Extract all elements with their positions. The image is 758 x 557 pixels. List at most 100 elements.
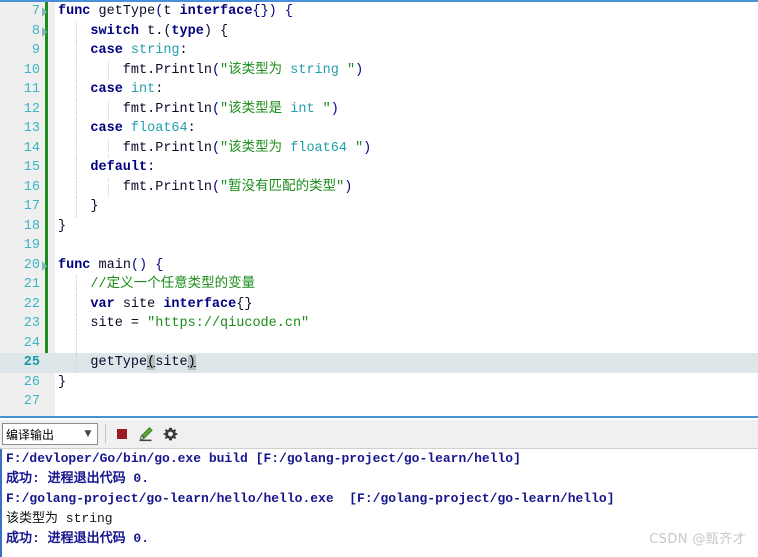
stop-button[interactable] bbox=[112, 424, 132, 444]
token-punc: {}) { bbox=[252, 4, 293, 19]
code-lines[interactable]: 7 func getType(t interface{}) {8 switch t… bbox=[0, 2, 758, 412]
token-str: "https://qiucode.cn" bbox=[147, 316, 310, 331]
code-line[interactable]: 21 //定义一个任意类型的变量 bbox=[0, 275, 758, 295]
code-text: case string: bbox=[58, 41, 758, 61]
line-number: 25 bbox=[23, 355, 40, 370]
code-line[interactable]: 19 bbox=[0, 236, 758, 256]
code-line[interactable]: 22 var site interface{} bbox=[0, 294, 758, 315]
code-line[interactable]: 24 bbox=[0, 333, 758, 353]
token-pln: : bbox=[187, 121, 196, 136]
code-line[interactable]: 26} bbox=[0, 373, 758, 393]
token-kw: default bbox=[90, 160, 148, 175]
token-pln: t bbox=[163, 4, 180, 19]
watermark: CSDN @甄齐才 bbox=[649, 532, 746, 547]
token-pln: } bbox=[58, 374, 67, 390]
token-pln: site bbox=[114, 296, 164, 312]
console-line: F:/devloper/Go/bin/go.exe build [F:/gola… bbox=[6, 451, 521, 466]
code-text: var site interface{} bbox=[58, 295, 758, 315]
ide-window: 7 func getType(t interface{}) {8 switch t… bbox=[0, 0, 758, 557]
code-line[interactable]: 14 fmt.Println("该类型为 float64 ") bbox=[0, 138, 758, 159]
code-text: } bbox=[58, 217, 758, 237]
fold-triangle-icon[interactable] bbox=[42, 26, 47, 37]
code-text: getType(site) bbox=[58, 353, 758, 373]
console-line: 成功: 进程退出代码 0. bbox=[6, 531, 150, 546]
settings-button[interactable] bbox=[160, 424, 180, 444]
chevron-down-icon[interactable]: ▼ bbox=[79, 429, 97, 439]
token-punc: ( bbox=[211, 101, 221, 117]
code-text: func getType(t interface{}) { bbox=[58, 2, 758, 22]
code-line[interactable]: 23 site = "https://qiucode.cn" bbox=[0, 314, 758, 334]
token-kw: switch bbox=[90, 23, 140, 39]
token-fn: fmt.Println bbox=[58, 179, 212, 195]
code-line[interactable]: 13 case float64: bbox=[0, 119, 758, 139]
token-pln: : bbox=[147, 160, 156, 175]
token-fn: fmt.Println bbox=[58, 140, 212, 156]
code-editor[interactable]: 7 func getType(t interface{}) {8 switch t… bbox=[0, 0, 758, 418]
code-line[interactable]: 8 switch t.(type) { bbox=[0, 21, 758, 41]
code-line[interactable]: 12 fmt.Println("该类型是 int ") bbox=[0, 99, 758, 120]
token-brk: ) bbox=[187, 355, 196, 370]
code-line[interactable]: 17 } bbox=[0, 197, 758, 217]
indent-guide bbox=[76, 333, 78, 353]
fold-triangle-icon[interactable] bbox=[42, 7, 47, 17]
code-line[interactable]: 11 case int: bbox=[0, 80, 758, 100]
token-kw: var bbox=[90, 296, 115, 312]
console-line: 该类型为 string bbox=[6, 511, 113, 526]
line-number: 18 bbox=[23, 218, 40, 234]
token-pln: : bbox=[155, 82, 164, 97]
code-line[interactable]: 7 func getType(t interface{}) { bbox=[0, 2, 758, 22]
code-line[interactable]: 25 getType(site) bbox=[0, 353, 758, 373]
token-cmt: //定义一个任意类型的变量 bbox=[90, 277, 256, 292]
token-pln bbox=[90, 258, 98, 273]
output-source-select[interactable]: 编译输出 ▼ bbox=[2, 423, 98, 445]
token-str: " bbox=[314, 101, 331, 117]
fold-triangle-icon[interactable] bbox=[42, 260, 47, 271]
console-line: 成功: 进程退出代码 0. bbox=[6, 471, 150, 486]
token-str: " bbox=[346, 140, 364, 156]
code-text: fmt.Println("该类型为 float64 ") bbox=[58, 139, 758, 159]
code-line[interactable]: 10 fmt.Println("该类型为 string ") bbox=[0, 60, 758, 80]
line-number: 14 bbox=[23, 140, 40, 156]
line-number: 9 bbox=[31, 43, 40, 58]
code-line[interactable]: 9 case string: bbox=[0, 41, 758, 61]
token-fn: fmt.Println bbox=[58, 101, 212, 117]
token-pln: : bbox=[179, 43, 188, 58]
token-typ: int bbox=[290, 101, 315, 117]
code-text: fmt.Println("暂没有匹配的类型") bbox=[58, 178, 758, 198]
token-fn: getType bbox=[98, 4, 156, 19]
token-pln bbox=[58, 160, 90, 175]
code-line[interactable]: 15 default: bbox=[0, 158, 758, 178]
eraser-icon bbox=[139, 427, 153, 442]
line-number: 10 bbox=[23, 62, 40, 78]
line-number: 11 bbox=[23, 82, 40, 97]
token-pln: t.( bbox=[139, 23, 172, 39]
token-pln bbox=[123, 43, 131, 58]
line-number: 26 bbox=[23, 374, 40, 390]
token-pln bbox=[58, 277, 90, 292]
output-toolbar: 编译输出 ▼ bbox=[0, 420, 758, 449]
token-punc: ) bbox=[363, 140, 372, 156]
token-kw: case bbox=[90, 82, 123, 97]
code-line[interactable]: 16 fmt.Println("暂没有匹配的类型") bbox=[0, 177, 758, 198]
toolbar-divider bbox=[105, 424, 106, 443]
code-line[interactable]: 20 func main() { bbox=[0, 256, 758, 276]
token-typ: float64 bbox=[290, 140, 347, 156]
token-punc: ) bbox=[330, 101, 339, 117]
code-text: fmt.Println("该类型是 int ") bbox=[58, 100, 758, 120]
line-number: 16 bbox=[23, 179, 40, 195]
token-typ: string bbox=[130, 43, 180, 58]
clear-button[interactable] bbox=[136, 424, 156, 444]
token-pln: } bbox=[58, 218, 67, 234]
line-number: 15 bbox=[23, 160, 40, 175]
output-console[interactable]: F:/devloper/Go/bin/go.exe build [F:/gola… bbox=[0, 449, 758, 557]
stop-square-icon bbox=[117, 429, 127, 439]
line-number: 13 bbox=[23, 121, 40, 136]
line-number: 7 bbox=[31, 4, 40, 19]
token-pln bbox=[123, 121, 131, 136]
code-line[interactable]: 27 bbox=[0, 392, 758, 412]
token-punc: ( bbox=[211, 179, 221, 195]
token-typ: float64 bbox=[130, 121, 188, 136]
code-line[interactable]: 18} bbox=[0, 217, 758, 237]
token-typ: int bbox=[130, 82, 156, 97]
code-text: } bbox=[58, 197, 758, 217]
